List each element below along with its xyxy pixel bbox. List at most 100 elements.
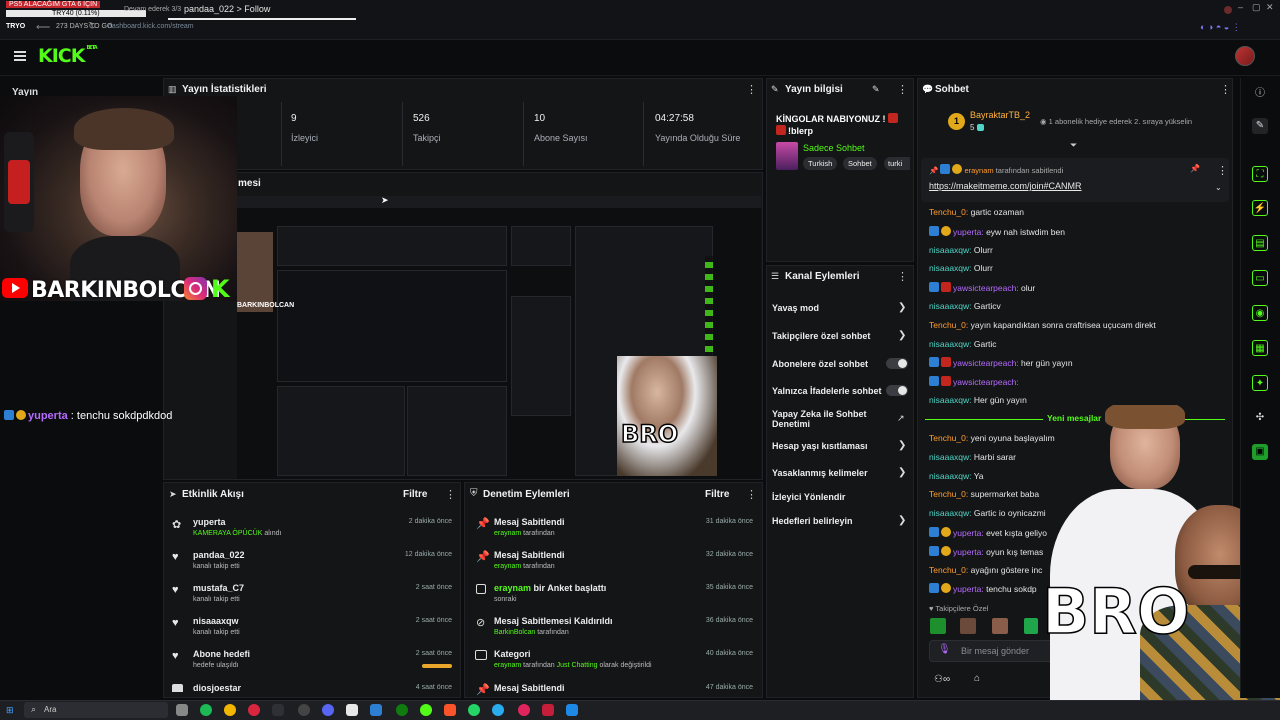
activity-name[interactable]: nisaaaxqw <box>193 616 239 626</box>
notepad-icon[interactable] <box>346 704 358 716</box>
activity-name[interactable]: diosjoestar <box>193 683 241 693</box>
chevron-right-icon[interactable]: ❯ <box>898 302 906 313</box>
chat-input-placeholder[interactable]: Bir mesaj gönder <box>961 646 1029 656</box>
category-thumbnail[interactable] <box>776 142 798 170</box>
action-banned-words[interactable]: Yasaklanmış kelimeler <box>772 468 868 478</box>
lightning-icon[interactable]: ⚡ <box>1252 200 1268 216</box>
users-icon[interactable]: ⚇∞ <box>934 674 950 685</box>
discord-icon[interactable] <box>322 704 334 716</box>
tag-chip[interactable]: turki <box>884 157 910 170</box>
chat-username[interactable]: yuperta: <box>953 584 984 594</box>
chevron-down-icon[interactable]: ⌄ <box>1215 183 1222 192</box>
external-link-icon[interactable]: ↗ <box>897 413 905 424</box>
chevron-right-icon[interactable]: ❯ <box>898 515 906 526</box>
chat-username[interactable]: Tenchu_0: <box>929 207 968 217</box>
record-icon[interactable] <box>1224 6 1232 14</box>
app-icon[interactable] <box>420 704 432 716</box>
app-icon[interactable] <box>542 704 554 716</box>
action-account-age[interactable]: Hesap yaşı kısıtlaması <box>772 441 868 451</box>
chat-username[interactable]: nisaaaxqw: <box>929 301 972 311</box>
calculator-icon[interactable]: ▣ <box>1252 444 1268 460</box>
chat-username[interactable]: nisaaaxqw: <box>929 452 972 462</box>
chat-username[interactable]: yuperta: <box>953 547 984 557</box>
pencil-icon[interactable]: ✎ <box>1252 118 1268 134</box>
activity-filter-button[interactable]: Filtre <box>403 489 427 500</box>
activity-name[interactable]: Abone hedefi <box>193 649 250 659</box>
telegram-icon[interactable] <box>492 704 504 716</box>
chat-username[interactable]: Tenchu_0: <box>929 489 968 499</box>
top-gifter-name[interactable]: BayraktarTB_2 <box>970 110 1030 120</box>
pinned-link[interactable]: https://makeitmeme.com/join#CANMR <box>929 181 1082 191</box>
emote-icon[interactable] <box>1024 618 1038 634</box>
chevron-right-icon[interactable]: ❯ <box>898 330 906 341</box>
avatar[interactable] <box>1235 46 1255 66</box>
emote-icon[interactable] <box>960 618 976 634</box>
activity-more-icon[interactable] <box>445 488 456 501</box>
document-icon[interactable]: ▤ <box>1252 235 1268 251</box>
chat-username[interactable]: nisaaaxqw: <box>929 245 972 255</box>
chat-username[interactable]: yawsictearpeach: <box>953 377 1019 387</box>
start-icon[interactable]: ⊞ <box>6 705 14 716</box>
chat-username[interactable]: yuperta: <box>953 528 984 538</box>
settings-app-icon[interactable] <box>176 704 188 716</box>
chat-username[interactable]: nisaaaxqw: <box>929 395 972 405</box>
opera-icon[interactable] <box>248 704 260 716</box>
activity-name[interactable]: yuperta <box>193 517 226 527</box>
emote-icon[interactable] <box>930 618 946 634</box>
category-link[interactable]: Sadece Sohbet <box>803 143 865 153</box>
stream-info-more-icon[interactable] <box>897 83 908 96</box>
chevron-right-icon[interactable]: ❯ <box>898 467 906 478</box>
chat-username[interactable]: yawsictearpeach: <box>953 358 1019 368</box>
gift-box-icon[interactable]: ⌂ <box>974 673 980 684</box>
moderation-filter-button[interactable]: Filtre <box>705 489 729 500</box>
chat-icon[interactable]: ▭ <box>1252 270 1268 286</box>
moderation-more-icon[interactable] <box>746 488 757 501</box>
emote-only-toggle[interactable] <box>886 385 908 396</box>
reload-icon[interactable]: ↻ <box>88 21 96 32</box>
fullscreen-icon[interactable]: ⛶ <box>1252 166 1268 182</box>
channel-actions-more-icon[interactable] <box>897 270 908 283</box>
layout-icon[interactable]: ▦ <box>1252 340 1268 356</box>
action-subs-only[interactable]: Abonelere özel sohbet <box>772 359 868 369</box>
unpin-button-icon[interactable]: 📌 <box>1190 164 1200 173</box>
chat-username[interactable]: Tenchu_0: <box>929 565 968 575</box>
spotify-icon[interactable] <box>200 704 212 716</box>
activity-name[interactable]: mustafa_C7 <box>193 583 244 593</box>
explorer-icon[interactable] <box>370 704 382 716</box>
chat-username[interactable]: nisaaaxqw: <box>929 508 972 518</box>
browser-tab[interactable]: pandaa_022 > Follow <box>184 4 270 14</box>
kick-logo[interactable]: KICK BETA <box>38 45 98 67</box>
action-ai-moderation[interactable]: Yapay Zeka ile Sohbet Denetimi <box>772 409 884 429</box>
minimize-icon[interactable]: – <box>1238 2 1243 12</box>
action-slow-mode[interactable]: Yavaş mod <box>772 303 819 313</box>
close-icon[interactable]: ✕ <box>1266 2 1274 13</box>
stats-more-icon[interactable] <box>746 83 757 96</box>
stream-preview[interactable]: BARKINBOLCAN BRO <box>237 196 761 479</box>
subs-only-toggle[interactable] <box>886 358 908 369</box>
tag-chip[interactable]: Turkish <box>803 157 838 170</box>
obs-icon[interactable] <box>298 704 310 716</box>
chat-username[interactable]: nisaaaxqw: <box>929 263 972 273</box>
action-followers-only[interactable]: Takipçilere özel sohbet <box>772 331 870 341</box>
chat-username[interactable]: Tenchu_0: <box>929 433 968 443</box>
collapse-icon[interactable]: ⏷ <box>1070 140 1077 151</box>
brave-icon[interactable] <box>444 704 456 716</box>
action-goals[interactable]: Hedefleri belirleyin <box>772 516 853 526</box>
action-emote-only[interactable]: Yalnızca İfadelerle sohbet <box>772 386 882 396</box>
chat-username[interactable]: Tenchu_0: <box>929 320 968 330</box>
extension-icons[interactable]: ◐ ◑ ◓ ◒ ⋮ <box>1200 22 1241 33</box>
puzzle-icon[interactable]: ✣ <box>1252 410 1268 426</box>
wrench-icon[interactable]: ✦ <box>1252 375 1268 391</box>
broadcast-icon[interactable]: ◉ <box>1252 305 1268 321</box>
edit-pencil-icon[interactable]: ✎ <box>872 84 880 95</box>
emote-icon[interactable] <box>992 618 1008 634</box>
action-raid[interactable]: İzleyici Yönlendir <box>772 492 845 502</box>
whatsapp-icon[interactable] <box>468 704 480 716</box>
mic-icon[interactable]: 🎙 <box>938 644 951 655</box>
chat-username[interactable]: yuperta: <box>953 227 984 237</box>
tag-chip[interactable]: Sohbet <box>843 157 877 170</box>
chrome-icon[interactable] <box>224 704 236 716</box>
terminal-icon[interactable] <box>272 704 284 716</box>
app-icon[interactable] <box>518 704 530 716</box>
chevron-right-icon[interactable]: ❯ <box>898 440 906 451</box>
